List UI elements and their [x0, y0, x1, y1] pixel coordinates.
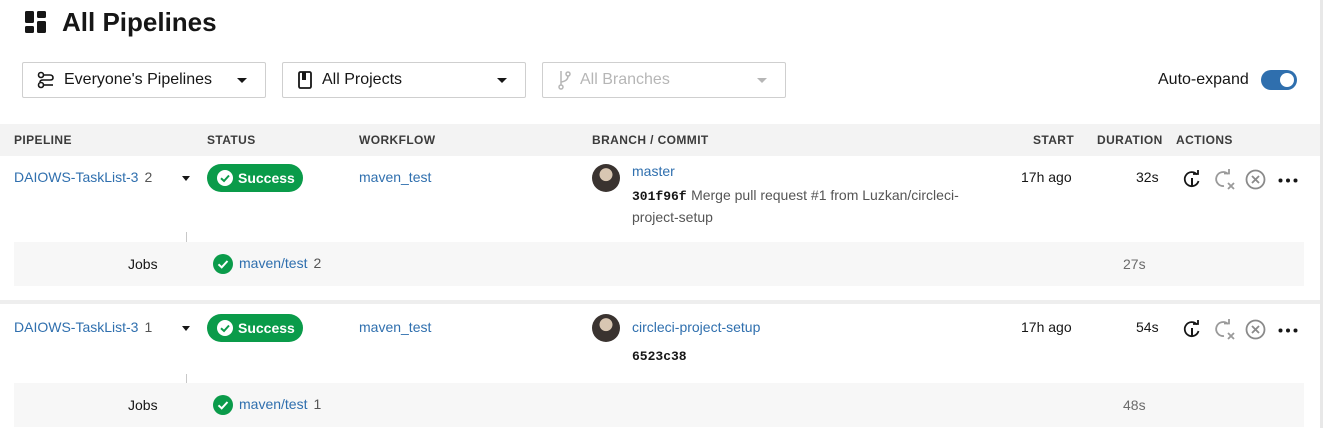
commit-sha[interactable]: 301f96f	[632, 189, 687, 204]
pipeline-name: DAIOWS-TaskList-3 2	[14, 169, 152, 187]
auto-expand-label: Auto-expand	[1158, 71, 1249, 88]
workflow-link[interactable]: maven_test	[359, 169, 431, 185]
column-header-workflow: WORKFLOW	[359, 133, 436, 147]
column-header-branch-commit: BRANCH / COMMIT	[592, 133, 709, 147]
chevron-down-icon	[237, 78, 247, 83]
job-number: 1	[313, 396, 322, 412]
job-link[interactable]: maven/test	[239, 255, 307, 271]
check-icon	[213, 254, 233, 274]
column-header-actions: ACTIONS	[1176, 133, 1233, 147]
page-title: All Pipelines	[24, 6, 217, 38]
pipeline-number: 2	[144, 169, 153, 185]
commit-info: 6523c38	[632, 347, 687, 365]
projects-filter-label: All Projects	[322, 71, 403, 88]
rerun-icon[interactable]	[1182, 169, 1202, 189]
jobs-label: Jobs	[128, 256, 158, 272]
branches-filter-label: All Branches	[580, 71, 670, 88]
job-link[interactable]: maven/test	[239, 396, 307, 412]
pipelines-filter-label: Everyone's Pipelines	[64, 71, 213, 88]
jobs-row: Jobs maven/test 1 48s	[14, 383, 1304, 427]
column-header-pipeline: PIPELINE	[14, 133, 72, 147]
workflow-link[interactable]: maven_test	[359, 319, 431, 335]
project-link[interactable]: DAIOWS-TaskList-3	[14, 169, 138, 185]
job-duration: 48s	[1123, 397, 1146, 413]
jobs-row: Jobs maven/test 2 27s	[14, 242, 1304, 286]
more-icon[interactable]	[1278, 178, 1298, 183]
rerun-failed-icon[interactable]	[1214, 169, 1236, 191]
branch-link[interactable]: master	[632, 163, 675, 179]
commit-info: 301f96f Merge pull request #1 from Luzka…	[632, 185, 992, 228]
start-time: 17h ago	[1021, 319, 1072, 335]
job-name: maven/test 2	[239, 255, 321, 273]
status-label: Success	[238, 170, 295, 186]
branches-filter-dropdown[interactable]: All Branches	[542, 62, 786, 98]
commit-message-continued: project-setup	[632, 209, 713, 225]
job-duration: 27s	[1123, 256, 1146, 272]
avatar	[592, 314, 620, 342]
status-badge[interactable]: Success	[207, 164, 303, 192]
start-time: 17h ago	[1021, 169, 1072, 185]
job-number: 2	[313, 255, 322, 271]
commit-sha[interactable]: 6523c38	[632, 349, 687, 364]
dashboard-icon	[25, 11, 46, 33]
duration: 54s	[1136, 319, 1159, 335]
status-label: Success	[238, 320, 295, 336]
pipeline-number: 1	[144, 319, 153, 335]
rerun-icon[interactable]	[1182, 319, 1202, 339]
check-icon	[217, 170, 233, 186]
projects-filter-dropdown[interactable]: All Projects	[282, 62, 526, 98]
project-icon	[298, 71, 312, 89]
pipelines-filter-icon	[37, 71, 54, 89]
row-separator	[0, 300, 1320, 304]
commit-message: Merge pull request #1 from Luzkan/circle…	[691, 187, 959, 203]
project-link[interactable]: DAIOWS-TaskList-3	[14, 319, 138, 335]
column-header-start: START	[1033, 133, 1075, 147]
expand-chevron-icon[interactable]	[182, 176, 190, 181]
duration: 32s	[1136, 169, 1159, 185]
page-title-text: All Pipelines	[62, 6, 217, 37]
check-icon	[213, 395, 233, 415]
more-icon[interactable]	[1278, 328, 1298, 333]
rerun-failed-icon[interactable]	[1214, 319, 1236, 341]
column-header-duration: DURATION	[1097, 133, 1163, 147]
pipeline-name: DAIOWS-TaskList-3 1	[14, 319, 152, 337]
cancel-icon[interactable]	[1245, 169, 1266, 190]
chevron-down-icon	[497, 78, 507, 83]
auto-expand-control: Auto-expand	[1158, 70, 1297, 90]
check-icon	[217, 320, 233, 336]
branch-link[interactable]: circleci-project-setup	[632, 319, 760, 335]
auto-expand-toggle[interactable]	[1260, 70, 1297, 90]
column-header-status: STATUS	[207, 133, 256, 147]
pipelines-filter-dropdown[interactable]: Everyone's Pipelines	[22, 62, 266, 98]
expand-chevron-icon[interactable]	[182, 326, 190, 331]
chevron-down-icon	[757, 78, 767, 83]
branch-icon	[558, 71, 571, 90]
jobs-label: Jobs	[128, 397, 158, 413]
cancel-icon[interactable]	[1245, 319, 1266, 340]
avatar	[592, 164, 620, 192]
status-badge[interactable]: Success	[207, 314, 303, 342]
table-header: PIPELINE STATUS WORKFLOW BRANCH / COMMIT…	[0, 124, 1320, 156]
job-name: maven/test 1	[239, 396, 321, 414]
toggle-knob	[1279, 73, 1294, 87]
